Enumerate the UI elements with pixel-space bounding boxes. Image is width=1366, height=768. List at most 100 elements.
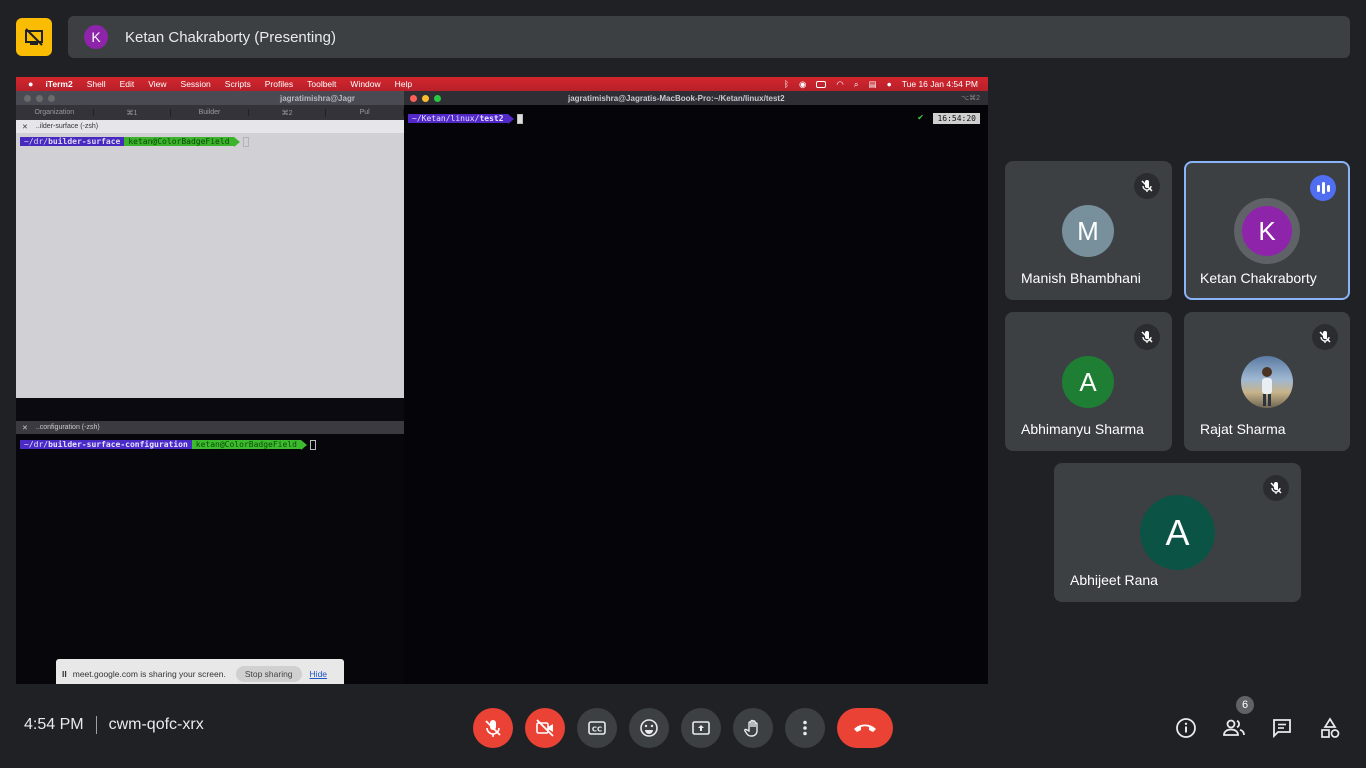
- menu-item: Profiles: [264, 79, 294, 89]
- participant-tile-active-speaker[interactable]: K Ketan Chakraborty: [1184, 161, 1350, 300]
- leave-call-button[interactable]: [837, 708, 893, 748]
- close-dot-icon: [24, 94, 31, 102]
- prompt-branch: ketan@ColorBadgeField: [191, 440, 301, 449]
- svg-text:CC: CC: [592, 726, 602, 734]
- people-count-badge: 6: [1236, 696, 1254, 714]
- meeting-code: cwm-qofc-xrx: [108, 716, 204, 733]
- menu-item: Toolbelt: [307, 79, 337, 89]
- bottom-terminal-pane: ✕ ..configuration (-zsh) ~/dr/builder-su…: [16, 421, 404, 684]
- participant-name: Abhimanyu Sharma: [1021, 421, 1144, 437]
- present-screen-button[interactable]: [681, 708, 721, 748]
- bottom-pane-title: ..configuration (-zsh): [35, 424, 100, 431]
- hide-notice-link[interactable]: Hide: [310, 669, 327, 679]
- meeting-time: 4:54 PM: [24, 716, 84, 733]
- meet-logo-button[interactable]: [16, 18, 52, 56]
- hand-icon: [744, 719, 758, 737]
- apple-icon: ●: [28, 79, 34, 89]
- bottom-pane-header: ✕ ..configuration (-zsh): [16, 421, 404, 434]
- terminal-clock: 16:54:20: [933, 113, 980, 124]
- screen-share-notice: II meet.google.com is sharing your scree…: [56, 659, 344, 684]
- screen-share-off-icon: [25, 28, 43, 46]
- chat-button[interactable]: [1262, 708, 1302, 748]
- camera-off-icon: [536, 719, 554, 737]
- menu-item: iTerm2: [45, 79, 73, 89]
- mic-off-icon: [1134, 324, 1160, 350]
- raise-hand-button[interactable]: [733, 708, 773, 748]
- menu-item: Edit: [119, 79, 135, 89]
- info-icon: [1176, 718, 1196, 738]
- closed-captions-icon: CC: [588, 721, 606, 735]
- right-terminal-title: jagratimishra@Jagratis-MacBook-Pro:~/Ket…: [568, 93, 785, 103]
- top-pane-header: ✕ ..ilder-surface (-zsh): [16, 120, 404, 133]
- minimize-dot-icon: [36, 94, 43, 102]
- presenter-bar: K Ketan Chakraborty (Presenting): [68, 16, 1350, 58]
- emoji-icon: [640, 719, 658, 737]
- prompt-directory: ~/Ketan/linux/test2: [408, 114, 508, 123]
- terminal-tab: Pul: [326, 109, 404, 116]
- top-terminal-pane: ~/dr/builder-surface ketan@ColorBadgeFie…: [16, 133, 404, 398]
- people-icon: [1223, 719, 1245, 736]
- status-icon: ◉: [798, 78, 807, 89]
- participant-avatar: A: [1140, 495, 1215, 570]
- terminal-tab-row: Organization ⌘1 Builder ⌘2 Pul: [16, 105, 404, 120]
- share-notice-text: meet.google.com is sharing your screen.: [72, 669, 226, 679]
- activities-button[interactable]: [1310, 708, 1350, 748]
- left-terminal-titlebar: jagratimishra@Jagr: [16, 91, 404, 105]
- control-center-icon: ▤: [868, 78, 877, 89]
- terminal-prompt: ~/Ketan/linux/test2: [408, 113, 523, 124]
- participant-avatar: M: [1062, 205, 1114, 257]
- participant-tile[interactable]: A Abhimanyu Sharma: [1005, 312, 1172, 451]
- camera-toggle-button[interactable]: [525, 708, 565, 748]
- menu-item: Session: [180, 79, 211, 89]
- more-options-button[interactable]: [785, 708, 825, 748]
- prompt-directory: ~/dr/builder-surface-configuration: [20, 440, 192, 449]
- mic-off-icon: [485, 720, 501, 737]
- speaking-indicator-icon: [1310, 175, 1336, 201]
- minimize-dot-icon: [422, 94, 429, 102]
- zoom-dot-icon: [48, 94, 55, 102]
- captions-button[interactable]: CC: [577, 708, 617, 748]
- right-terminal-titlebar: jagratimishra@Jagratis-MacBook-Pro:~/Ket…: [404, 91, 988, 105]
- participant-tile[interactable]: Rajat Sharma: [1184, 312, 1350, 451]
- top-pane-title: ..ilder-surface (-zsh): [35, 123, 99, 130]
- mic-toggle-button[interactable]: [473, 708, 513, 748]
- battery-icon: [816, 80, 827, 88]
- mic-off-icon: [1134, 173, 1160, 199]
- people-button[interactable]: [1214, 708, 1254, 748]
- meeting-details-button[interactable]: [1166, 708, 1206, 748]
- divider: [95, 716, 97, 734]
- menu-item: Window: [350, 79, 381, 89]
- close-dot-icon: [410, 94, 417, 102]
- menubar-datetime: Tue 16 Jan 4:54 PM: [901, 79, 978, 89]
- wifi-icon: ◠: [836, 78, 844, 89]
- mac-menubar: ● iTerm2 Shell Edit View Session Scripts…: [16, 77, 988, 91]
- stop-sharing-button[interactable]: Stop sharing: [235, 666, 302, 682]
- prompt-arrow: [233, 136, 240, 147]
- chat-icon: [1273, 719, 1291, 739]
- participant-name: Abhijeet Rana: [1070, 572, 1158, 588]
- reactions-button[interactable]: [629, 708, 669, 748]
- person-photo-icon: [1262, 367, 1272, 406]
- prompt-directory: ~/dr/builder-surface: [20, 137, 125, 146]
- shared-screen: ● iTerm2 Shell Edit View Session Scripts…: [16, 77, 988, 684]
- left-terminal-title: jagratimishra@Jagr: [280, 93, 355, 103]
- present-to-all-icon: [692, 721, 710, 735]
- presenter-name: Ketan Chakraborty (Presenting): [125, 28, 336, 46]
- participant-photo: [1241, 356, 1293, 408]
- bluetooth-icon: ᛒ: [783, 79, 789, 89]
- menu-item: Shell: [86, 79, 106, 89]
- prompt-arrow: [300, 439, 307, 450]
- participant-tile[interactable]: A Abhijeet Rana: [1054, 463, 1301, 602]
- siri-icon: ●: [886, 79, 892, 89]
- meeting-info: 4:54 PM cwm-qofc-xrx: [24, 716, 204, 734]
- prompt-arrow: [507, 113, 514, 124]
- participant-tile[interactable]: M Manish Bhambhani: [1005, 161, 1172, 300]
- close-pane-icon: ✕: [22, 123, 28, 131]
- more-vert-icon: [803, 720, 807, 736]
- activities-shapes-icon: [1321, 717, 1340, 738]
- participant-name: Ketan Chakraborty: [1200, 270, 1317, 286]
- terminal-prompt: ~/dr/builder-surface-configuration ketan…: [20, 439, 316, 450]
- right-terminal-window: jagratimishra@Jagratis-MacBook-Pro:~/Ket…: [404, 91, 988, 684]
- terminal-cursor: [516, 113, 523, 124]
- mic-off-icon: [1263, 475, 1289, 501]
